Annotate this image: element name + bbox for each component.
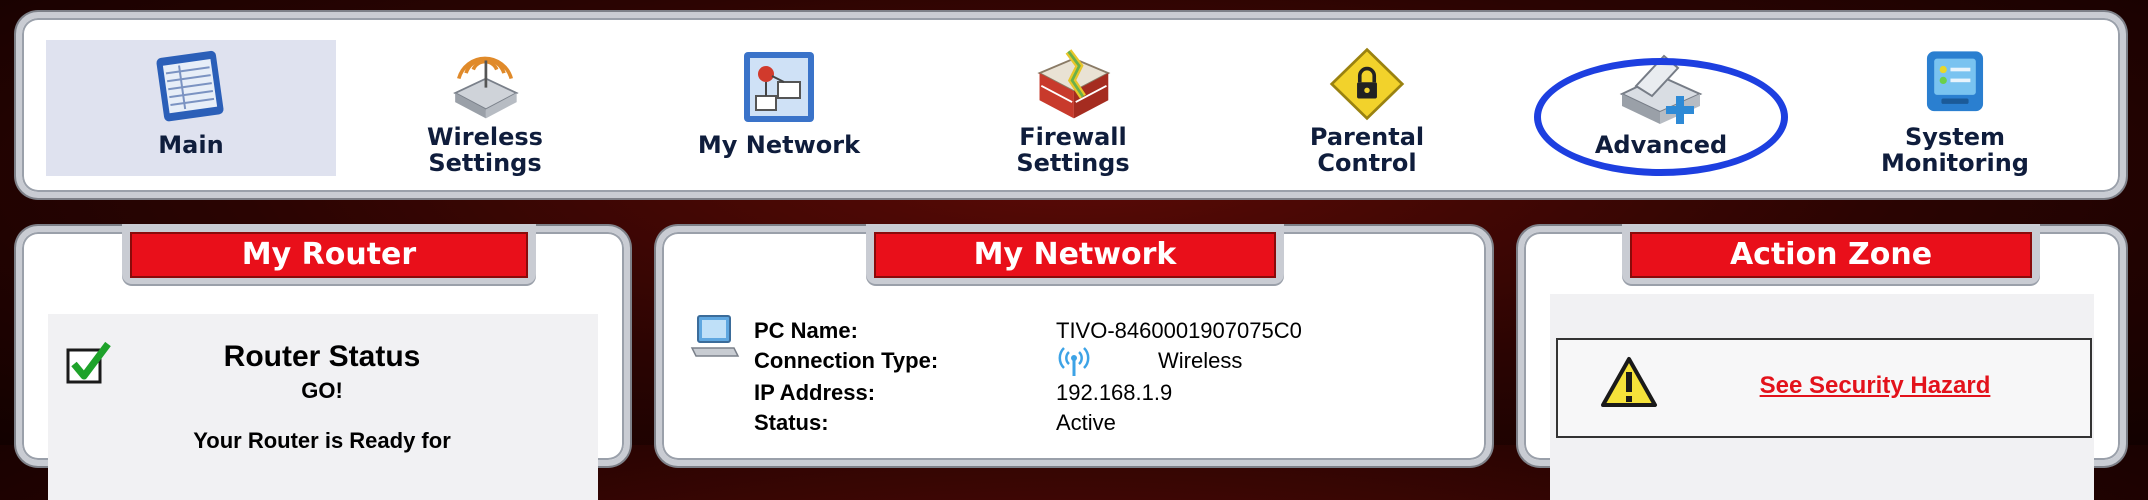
connection-type-value: Wireless [1158, 348, 1243, 373]
nav-item-advanced[interactable]: Advanced [1516, 40, 1806, 176]
panel-tab: Action Zone [1622, 224, 2040, 284]
firewall-icon [1037, 49, 1111, 119]
nav-item-my-network[interactable]: My Network [634, 40, 924, 176]
main-icon [156, 50, 224, 122]
nav-item-main[interactable]: Main [46, 40, 336, 176]
network-row-status: Status: Active [754, 410, 1116, 436]
nav-label-advanced: Advanced [1594, 131, 1728, 159]
router-ready-text: Your Router is Ready for [193, 428, 451, 453]
connection-type-label: Connection Type: [754, 348, 939, 373]
status-value: Active [1056, 410, 1116, 435]
wireless-icon [453, 56, 519, 119]
nav-item-firewall-settings[interactable]: Firewall Settings [928, 40, 1218, 176]
my-router-title: My Router [130, 232, 528, 278]
pc-icon [690, 315, 740, 357]
warning-icon [1601, 357, 1657, 407]
my-network-title: My Network [874, 232, 1276, 278]
status-label: Status: [754, 410, 829, 435]
pc-name-label: PC Name: [754, 318, 858, 343]
action-zone-title: Action Zone [1630, 232, 2032, 278]
nav-label-firewall-settings: Firewall Settings [1016, 123, 1130, 177]
network-row-ip-address: IP Address: 192.168.1.9 [754, 380, 1172, 406]
main-navigation: Main Wireless Settings My Network Firewa… [16, 12, 2126, 198]
advanced-icon [1619, 54, 1703, 124]
network-row-pc-name: PC Name: TIVO-8460001907075C0 [754, 318, 1302, 344]
nav-item-wireless-settings[interactable]: Wireless Settings [340, 40, 630, 176]
nav-label-system-monitoring: System Monitoring [1881, 123, 2029, 177]
nav-item-system-monitoring[interactable]: System Monitoring [1810, 40, 2100, 176]
checkmark-icon [66, 341, 111, 384]
see-security-hazard-link[interactable]: See Security Hazard [1748, 372, 2002, 400]
nav-label-wireless-settings: Wireless Settings [427, 123, 543, 177]
router-status-value: GO! [301, 378, 343, 403]
nav-label-my-network: My Network [697, 131, 861, 159]
nav-item-parental-control[interactable]: Parental Control [1222, 40, 1512, 176]
network-row-connection-type: Connection Type: Wireless [754, 348, 1242, 374]
nav-label-parental-control: Parental Control [1309, 123, 1425, 177]
router-status-title: Router Status [223, 340, 421, 373]
network-icon [744, 52, 814, 122]
wireless-signal-icon [1058, 347, 1090, 376]
panel-tab: My Network [866, 224, 1284, 284]
monitor-icon [1926, 51, 1984, 112]
pc-name-value: TIVO-8460001907075C0 [1056, 318, 1302, 343]
ip-address-value: 192.168.1.9 [1056, 380, 1173, 405]
lock-icon [1329, 47, 1405, 121]
ip-address-label: IP Address: [754, 380, 876, 405]
nav-label-main: Main [158, 131, 224, 159]
panel-tab: My Router [122, 224, 536, 284]
